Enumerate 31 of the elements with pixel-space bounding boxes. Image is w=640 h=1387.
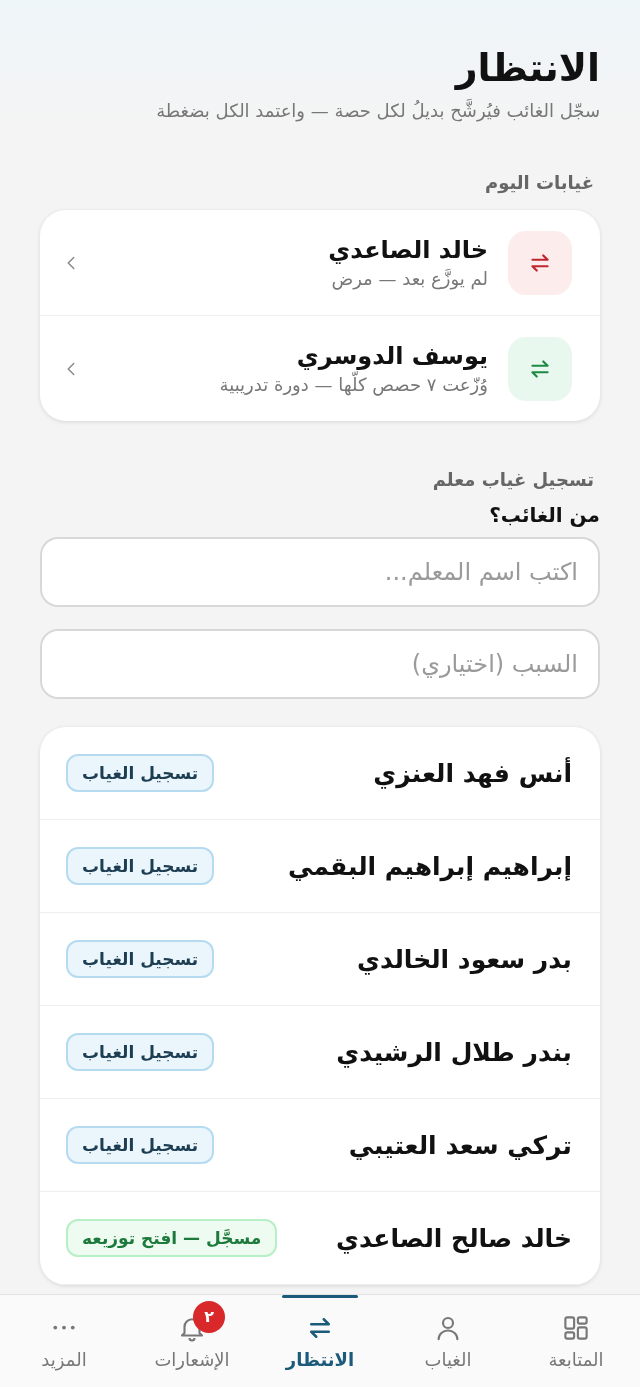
register-absence-button[interactable]: تسجيل الغياب: [66, 940, 215, 978]
section-label: تسجيل غياب معلم: [431, 468, 594, 492]
teacher-name-field[interactable]: اكتب اسم المعلم...: [40, 537, 600, 607]
teacher-name: إبراهيم إبراهيم البقمي: [287, 851, 572, 881]
field-label: من الغائب؟: [488, 502, 600, 529]
absence-detail: لم يوزَّع بعد — مرض: [330, 266, 488, 292]
teacher-name: خالد صالح الصاعدي: [336, 1223, 572, 1253]
teacher-name: خالد الصاعدي: [327, 234, 488, 266]
teacher-name: تركي سعد العتيبي: [348, 1130, 572, 1160]
reason-field[interactable]: السبب (اختياري): [40, 629, 600, 699]
page-subtitle: سجّل الغائب فيُرشَّح بديلُ لكل حصة — واعتمد الكل بضغطة: [155, 98, 600, 124]
teacher-name: أنس فهد العنزي: [373, 758, 572, 788]
register-absence-button[interactable]: تسجيل الغياب: [66, 754, 215, 792]
nav-tab[interactable]: المزيد: [0, 1295, 128, 1387]
register-absence-button[interactable]: تسجيل الغياب: [66, 1126, 215, 1164]
notification-badge: ٢: [193, 1300, 225, 1333]
open-distribution-button[interactable]: مسجَّل — افتح توزيعه: [66, 1219, 278, 1257]
absence-row[interactable]: خالد الصاعدي لم يوزَّع بعد — مرض: [40, 210, 600, 316]
nav-tab[interactable]: الانتظار: [256, 1295, 384, 1387]
teacher-name: يوسف الدوسري: [295, 340, 488, 370]
page-title: الانتظار: [453, 45, 600, 92]
absence-detail: وُزّعت ٧ حصص كلّها — دورة تدريبية: [102, 371, 488, 398]
register-absence-button[interactable]: تسجيل الغياب: [66, 847, 215, 885]
nav-tab[interactable]: ٢ الإشعارات: [128, 1295, 256, 1387]
nav-tab[interactable]: المتابعة: [512, 1295, 640, 1387]
teacher-name: بدر سعود الخالدي: [357, 944, 572, 974]
nav-tab[interactable]: الغياب: [384, 1295, 512, 1387]
register-absence-button[interactable]: تسجيل الغياب: [66, 1033, 215, 1071]
teacher-name: بندر طلال الرشيدي: [336, 1037, 572, 1067]
section-label: غيابات اليوم: [483, 171, 594, 196]
absence-row[interactable]: يوسف الدوسري وُزّعت ٧ حصص كلّها — دورة تدريبية: [40, 316, 600, 421]
